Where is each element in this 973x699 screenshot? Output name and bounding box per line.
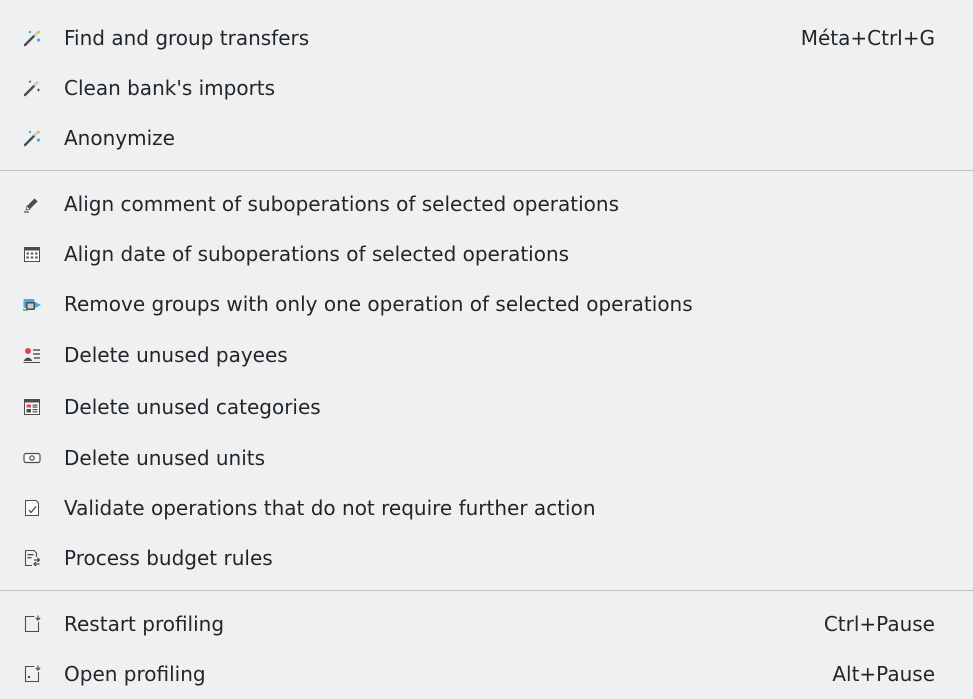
validate-icon <box>22 498 42 518</box>
open-profiling-icon <box>22 664 42 684</box>
menu-item-remove-groups[interactable]: Remove groups with only one operation of… <box>0 279 973 329</box>
menu-item-label: Remove groups with only one operation of… <box>64 292 693 316</box>
menu-item-shortcut: Ctrl+Pause <box>823 612 935 636</box>
menu-item-label: Validate operations that do not require … <box>64 496 596 520</box>
menu-item-label: Anonymize <box>64 126 175 150</box>
magic-wand-anonymize-icon <box>22 128 42 148</box>
menu-item-delete-unused-categories[interactable]: Delete unused categories <box>0 382 973 432</box>
menu-item-align-date[interactable]: Align date of suboperations of selected … <box>0 229 973 279</box>
edit-pen-icon <box>22 194 42 214</box>
menu-item-delete-unused-payees[interactable]: Delete unused payees <box>0 330 973 380</box>
tools-menu: Find and group transfers Méta+Ctrl+G Cle… <box>0 0 973 692</box>
magic-wand-icon <box>22 28 42 48</box>
budget-rules-icon <box>22 548 42 568</box>
menu-item-label: Restart profiling <box>64 612 225 636</box>
menu-item-delete-unused-units[interactable]: Delete unused units <box>0 433 973 483</box>
restart-profiling-icon <box>22 614 42 634</box>
menu-item-label: Find and group transfers <box>64 26 310 50</box>
menu-item-label: Delete unused units <box>64 446 266 470</box>
menu-item-restart-profiling[interactable]: Restart profiling Ctrl+Pause <box>0 599 973 649</box>
menu-separator <box>0 590 973 591</box>
menu-item-label: Delete unused categories <box>64 395 321 419</box>
menu-item-label: Align comment of suboperations of select… <box>64 192 619 216</box>
menu-item-validate-operations[interactable]: Validate operations that do not require … <box>0 483 973 533</box>
ungroup-icon <box>22 294 42 314</box>
menu-item-clean-bank-imports[interactable]: Clean bank's imports <box>0 63 973 113</box>
menu-item-align-comment[interactable]: Align comment of suboperations of select… <box>0 179 973 229</box>
menu-item-label: Clean bank's imports <box>64 76 276 100</box>
menu-item-label: Align date of suboperations of selected … <box>64 242 570 266</box>
categories-icon <box>22 397 42 417</box>
unit-icon <box>22 448 42 468</box>
menu-item-label: Delete unused payees <box>64 343 288 367</box>
menu-item-shortcut: Méta+Ctrl+G <box>800 26 935 50</box>
menu-item-anonymize[interactable]: Anonymize <box>0 113 973 163</box>
payee-icon <box>22 345 42 365</box>
magic-wand-clean-icon <box>22 78 42 98</box>
menu-item-process-budget-rules[interactable]: Process budget rules <box>0 533 973 583</box>
calendar-icon <box>22 244 42 264</box>
menu-item-find-and-group-transfers[interactable]: Find and group transfers Méta+Ctrl+G <box>0 13 973 63</box>
menu-item-label: Process budget rules <box>64 546 273 570</box>
menu-separator <box>0 170 973 171</box>
